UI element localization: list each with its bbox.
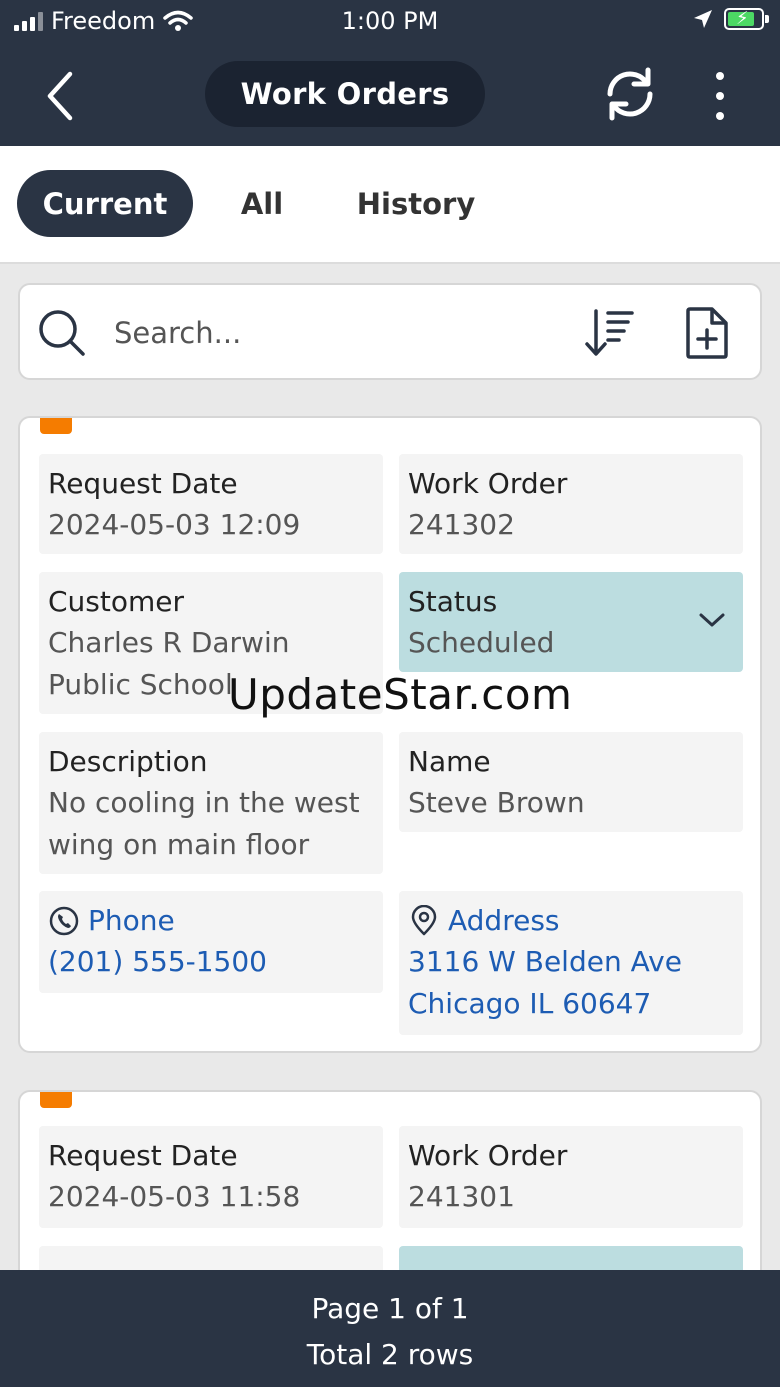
pagination-footer: Page 1 of 1 Total 2 rows [0, 1270, 780, 1387]
work-order-field: Work Order 241301 [399, 1126, 743, 1228]
field-label: Status [408, 585, 498, 618]
request-date-value: 2024-05-03 11:58 [48, 1180, 301, 1213]
chevron-down-icon [699, 613, 725, 627]
total-rows: Total 2 rows [306, 1338, 474, 1371]
status-bar: Freedom 1:00 PM ⚡ [0, 0, 780, 44]
address-label-row: Address [408, 901, 733, 941]
new-document-icon[interactable] [682, 305, 732, 361]
description-field: Description No cooling in the west wing … [39, 732, 383, 874]
status-right: ⚡ [692, 8, 769, 30]
request-date-value: 2024-05-03 12:09 [48, 508, 301, 541]
page-title: Work Orders [205, 61, 485, 127]
phone-value: (201) 555-1500 [48, 945, 267, 978]
tab-bar: Current All History [0, 146, 780, 264]
status-dropdown[interactable]: Status Scheduled [399, 572, 743, 672]
field-label: Request Date [48, 1139, 238, 1172]
description-value-line1: No cooling in the west [48, 786, 360, 819]
more-vertical-icon[interactable] [700, 68, 740, 124]
tab-history[interactable]: History [344, 170, 488, 237]
status-value: Scheduled [408, 626, 555, 659]
page-indicator: Page 1 of 1 [311, 1292, 469, 1325]
tab-current[interactable]: Current [17, 170, 193, 237]
address-value-line2: Chicago IL 60647 [408, 987, 652, 1020]
address-value-line1: 3116 W Belden Ave [408, 945, 682, 978]
phone-link[interactable]: Phone (201) 555-1500 [39, 891, 383, 993]
field-label: Work Order [408, 467, 568, 500]
clock: 1:00 PM [341, 7, 439, 35]
location-arrow-icon [694, 10, 712, 28]
address-link[interactable]: Address 3116 W Belden Ave Chicago IL 606… [399, 891, 743, 1035]
tab-all[interactable]: All [222, 170, 302, 237]
map-pin-icon [411, 905, 437, 936]
field-label: Customer [48, 585, 185, 618]
name-value: Steve Brown [408, 786, 585, 819]
priority-flag [40, 1092, 72, 1108]
search-bar [18, 283, 762, 380]
work-order-field: Work Order 241302 [399, 454, 743, 554]
work-order-value: 241301 [408, 1180, 515, 1213]
search-icon [39, 310, 85, 356]
field-label: Request Date [48, 467, 238, 500]
name-field: Name Steve Brown [399, 732, 743, 832]
address-label: Address [448, 904, 560, 937]
request-date-field: Request Date 2024-05-03 12:09 [39, 454, 383, 554]
search-input[interactable] [114, 305, 554, 361]
priority-flag [40, 418, 72, 434]
field-label: Description [48, 745, 208, 778]
sort-icon[interactable] [582, 305, 638, 361]
work-order-card[interactable]: Request Date 2024-05-03 12:09 Work Order… [18, 416, 762, 1053]
back-icon[interactable] [40, 68, 84, 124]
customer-value-line1: Charles R Darwin [48, 626, 290, 659]
top-bar: Freedom 1:00 PM ⚡ Work Orders [0, 0, 780, 146]
field-label: Name [408, 745, 491, 778]
phone-label: Phone [88, 904, 175, 937]
description-value-line2: wing on main floor [48, 828, 310, 861]
field-label: Work Order [408, 1139, 568, 1172]
request-date-field: Request Date 2024-05-03 11:58 [39, 1126, 383, 1228]
watermark: UpdateStar.com [228, 670, 573, 719]
battery-icon: ⚡ [724, 8, 769, 30]
refresh-icon[interactable] [600, 64, 660, 124]
phone-label-row: Phone [48, 901, 373, 941]
work-order-value: 241302 [408, 508, 515, 541]
phone-icon [49, 906, 79, 936]
